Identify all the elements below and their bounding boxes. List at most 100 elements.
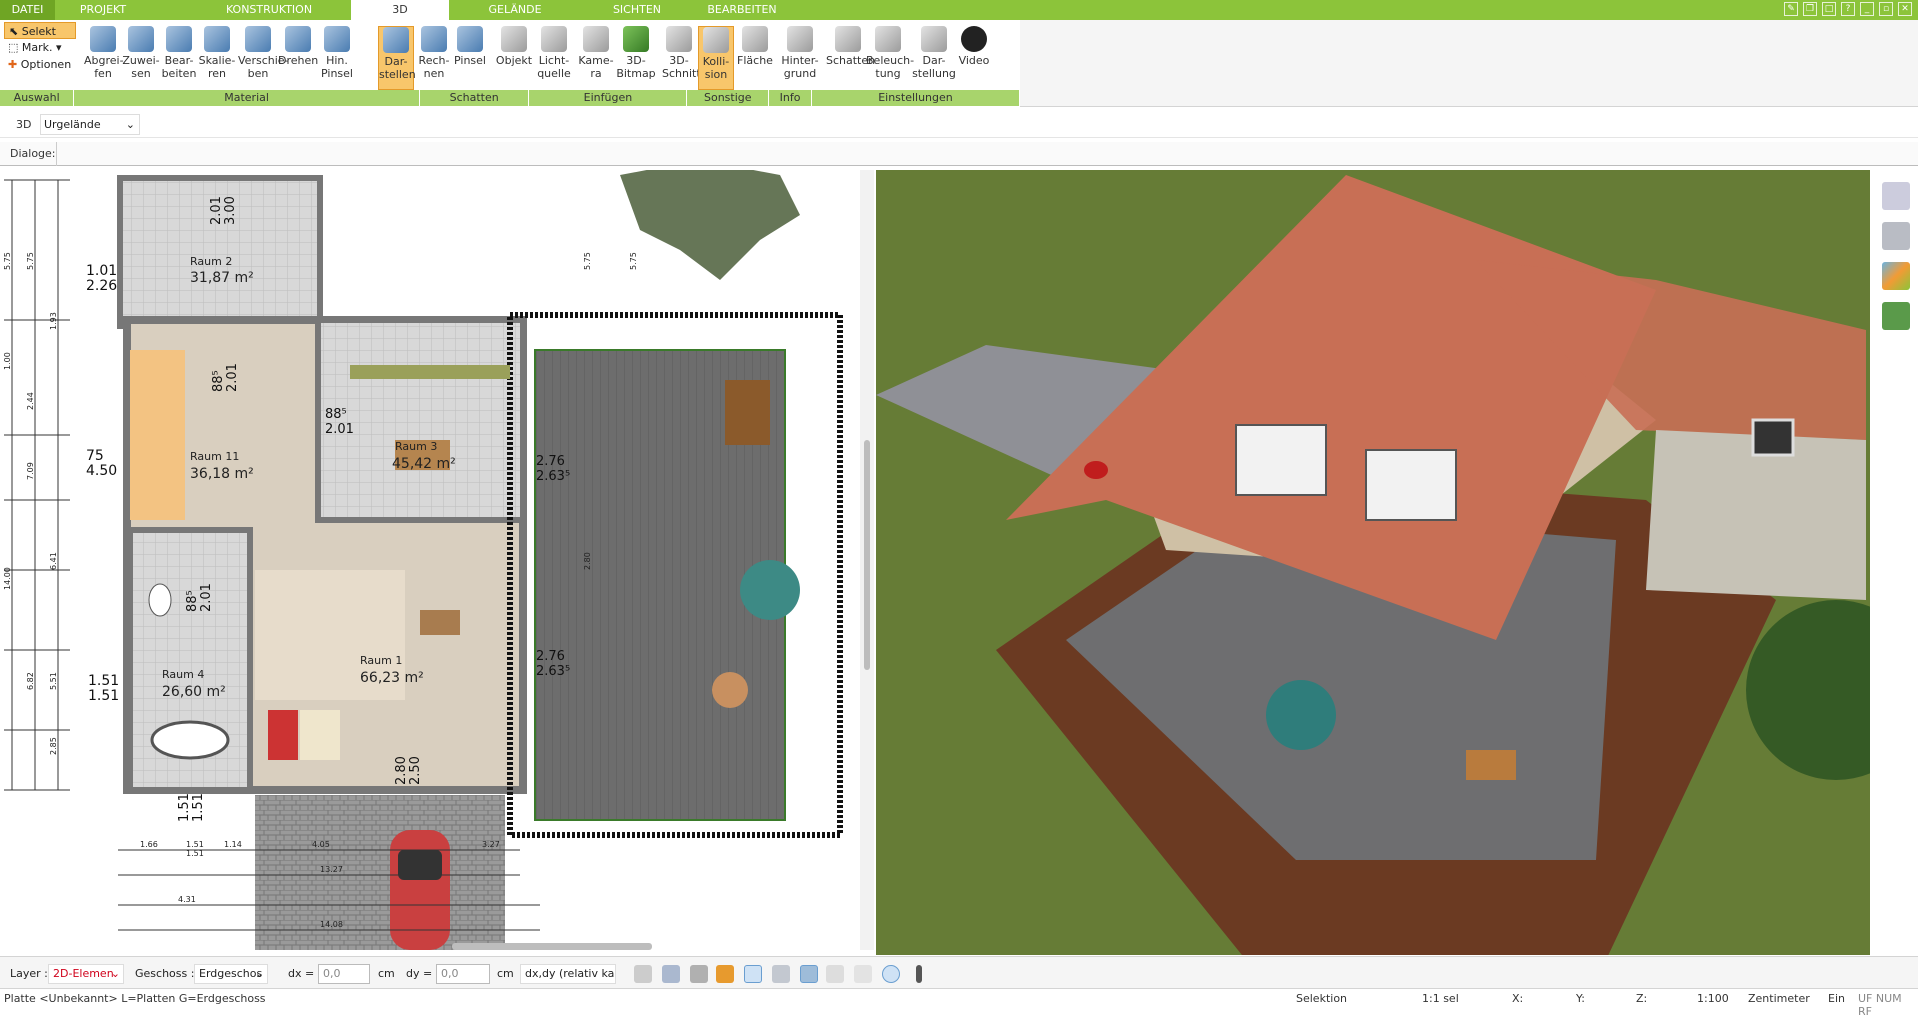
ribbon-button-15[interactable]: Kolli- sion: [698, 26, 734, 90]
restore-icon[interactable]: ❐: [1803, 2, 1817, 16]
export-icon[interactable]: [716, 965, 734, 983]
tab-projekt[interactable]: PROJEKT: [72, 0, 134, 20]
dx-input[interactable]: 0,0: [318, 964, 370, 984]
ribbon-button-5[interactable]: Drehen: [278, 26, 318, 90]
app-window: DATEI PROJEKT KONSTRUKTION 3D GELÄNDE SI…: [0, 0, 1918, 1018]
dimension-label: 1.66: [140, 840, 158, 849]
group-info: Info: [769, 90, 812, 106]
tab-sichten[interactable]: SICHTEN: [604, 0, 670, 20]
grid-icon[interactable]: [854, 965, 872, 983]
minimize-icon[interactable]: _: [1860, 2, 1874, 16]
more-icon[interactable]: [916, 965, 922, 983]
terrain-select[interactable]: Urgelände ⌄: [40, 114, 140, 135]
ribbon-button-4[interactable]: Verschie- ben: [238, 26, 289, 90]
help-icon[interactable]: ?: [1841, 2, 1855, 16]
tab-gelaende[interactable]: GELÄNDE: [478, 0, 552, 20]
ribbon-button-12[interactable]: Kame- ra: [578, 26, 614, 90]
dimension-label: 5.75: [3, 252, 12, 270]
tree-icon: [623, 26, 649, 52]
ribbon-button-18[interactable]: Schatten: [826, 26, 875, 90]
clock-icon[interactable]: [634, 965, 652, 983]
ribbon-button-label: Dar- stellen: [379, 55, 416, 81]
select-button[interactable]: ⬉ Selekt: [4, 22, 76, 39]
close-icon[interactable]: ✕: [1898, 2, 1912, 16]
tools-icon[interactable]: ✎: [1784, 2, 1798, 16]
ribbon-button-1[interactable]: Zuwei- sen: [122, 26, 160, 90]
dimension-label: 2.44: [26, 392, 35, 410]
ribbon-button-0[interactable]: Abgrei- fen: [84, 26, 124, 90]
layers-icon[interactable]: [1882, 182, 1910, 210]
ribbon-button-7[interactable]: Dar- stellen: [378, 26, 416, 90]
ribbon-button-label: 3D- Bitmap: [616, 54, 656, 80]
plants-icon[interactable]: [1882, 302, 1910, 330]
snap-icon[interactable]: [744, 965, 762, 983]
ribbon-button-21[interactable]: Video: [956, 26, 992, 90]
ribbon-button-label: Bear- beiten: [161, 54, 197, 80]
tab-datei[interactable]: DATEI: [0, 0, 55, 20]
section-icon: [666, 26, 692, 52]
ribbon-button-11[interactable]: Licht- quelle: [534, 26, 574, 90]
room-area: 31,87 m²: [190, 270, 254, 286]
view-mode-label: 3D: [16, 118, 32, 131]
floor-plan-canvas[interactable]: Raum 2 31,87 m² Raum 11 36,18 m² Raum 3 …: [0, 170, 860, 950]
furniture-icon[interactable]: [1882, 222, 1910, 250]
tab-3d[interactable]: 3D: [351, 0, 449, 20]
3d-scene[interactable]: [876, 170, 1870, 955]
plane-icon[interactable]: [800, 965, 818, 983]
layers-toggle-icon[interactable]: [826, 965, 844, 983]
pane-splitter[interactable]: [860, 170, 874, 950]
dy-unit: cm: [497, 967, 514, 980]
ribbon-button-19[interactable]: Beleuch- tung: [866, 26, 914, 90]
floor-plan-view[interactable]: Raum 2 31,87 m² Raum 11 36,18 m² Raum 3 …: [0, 170, 860, 950]
3d-view[interactable]: [876, 170, 1870, 955]
dimension-label: 3.00: [223, 196, 238, 225]
mark-icon: ⬚: [8, 41, 22, 54]
chevron-down-icon: ⌄: [110, 967, 120, 980]
floor-select[interactable]: Erdgeschos ⌄: [194, 964, 268, 984]
tab-bearbeiten[interactable]: BEARBEITEN: [700, 0, 784, 20]
coordinate-mode-select[interactable]: dx,dy (relativ ka: [520, 964, 616, 984]
ribbon-button-10[interactable]: Objekt: [494, 26, 534, 90]
ribbon-button-17[interactable]: Hinter- grund: [778, 26, 822, 90]
dimension-label: 2.01: [199, 583, 214, 612]
scale-icon: [204, 26, 230, 52]
ribbon-button-9[interactable]: Pinsel: [452, 26, 488, 90]
north-icon[interactable]: [882, 965, 900, 983]
plan-vertical-scrollbar[interactable]: [864, 440, 870, 670]
walls-icon[interactable]: [772, 965, 790, 983]
dimension-label: 75: [86, 448, 104, 464]
ribbon-button-16[interactable]: Fläche: [736, 26, 774, 90]
ribbon-button-20[interactable]: Dar- stellung: [912, 26, 956, 90]
room-area: 26,60 m²: [162, 684, 226, 700]
maximize-icon[interactable]: ▫: [1879, 2, 1893, 16]
collision-icon: [703, 27, 729, 53]
room-name: Raum 11: [190, 450, 239, 463]
layer-label: Layer :: [10, 967, 48, 980]
mark-button[interactable]: ⬚ Mark. ▾: [4, 39, 76, 56]
window-icon[interactable]: □: [1822, 2, 1836, 16]
dimension-label: 1.00: [3, 352, 12, 370]
status-bar: Platte <Unbekannt> L=Platten G=Erdgescho…: [0, 988, 1918, 1018]
print-icon[interactable]: [690, 965, 708, 983]
dimension-label: 2.26: [86, 278, 117, 294]
layer-select[interactable]: 2D-Elemen ⌄: [48, 964, 124, 984]
monitor-icon[interactable]: [662, 965, 680, 983]
materials-icon[interactable]: [1882, 262, 1910, 290]
dimension-label: 3.27: [482, 840, 500, 849]
dy-input[interactable]: 0,0: [436, 964, 490, 984]
room-name: Raum 4: [162, 668, 204, 681]
options-button[interactable]: ✚ Optionen: [4, 56, 76, 73]
ribbon-button-3[interactable]: Skalie- ren: [198, 26, 236, 90]
room-name: Raum 2: [190, 255, 232, 268]
ribbon-button-13[interactable]: 3D- Bitmap: [616, 26, 656, 90]
ribbon-button-14[interactable]: 3D- Schnitt: [662, 26, 701, 90]
ribbon-groups: Auswahl Material Schatten Einfügen Sonst…: [0, 90, 1021, 106]
status-scale: 1:100: [1697, 992, 1729, 1005]
ribbon-button-8[interactable]: Rech- nen: [416, 26, 452, 90]
ribbon-button-2[interactable]: Bear- beiten: [160, 26, 198, 90]
plan-horizontal-scrollbar[interactable]: [452, 943, 652, 950]
dimension-label: 4.31: [178, 895, 196, 904]
ribbon-button-6[interactable]: Hin. Pinsel: [318, 26, 356, 90]
ribbon-button-label: Licht- quelle: [537, 54, 571, 80]
tab-konstruktion[interactable]: KONSTRUKTION: [214, 0, 324, 20]
